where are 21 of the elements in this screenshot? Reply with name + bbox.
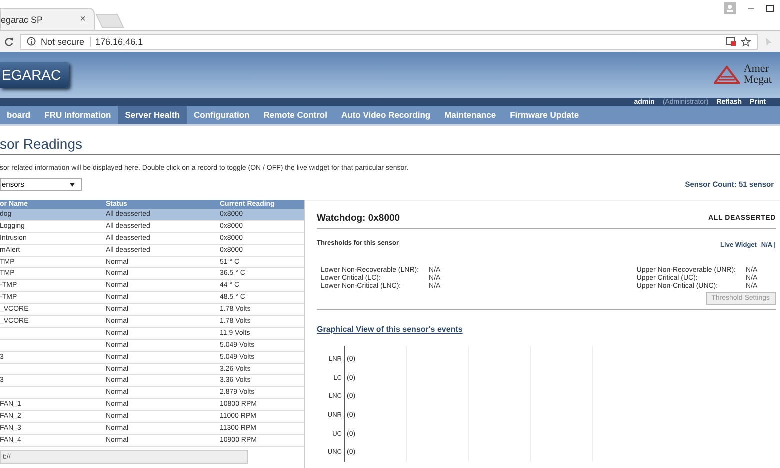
close-icon[interactable]: ×	[80, 14, 86, 25]
star-icon[interactable]	[741, 36, 751, 46]
brand-text: Megat	[744, 75, 772, 86]
url-text: 176.16.46.1	[96, 36, 144, 46]
logo: EGARAC	[0, 62, 70, 88]
brand-text: Amer	[744, 64, 770, 75]
tab-title: egarac SP	[1, 14, 44, 24]
page-title: sor Readings	[0, 136, 780, 155]
blocked-popup-icon[interactable]	[726, 37, 736, 46]
graph-link[interactable]: Graphical View of this sensor's events	[317, 325, 463, 334]
sensor-title: Watchdog: 0x8000	[317, 213, 400, 224]
info-icon	[27, 37, 36, 46]
browser-tab[interactable]: egarac SP ×	[0, 8, 95, 30]
maximize-icon[interactable]	[766, 4, 774, 12]
triangle-logo-icon	[714, 66, 740, 84]
nav-tab[interactable]: Server Health	[118, 106, 188, 124]
security-label: Not secure	[41, 36, 85, 46]
minimize-button[interactable]: –	[748, 2, 754, 14]
caret-icon	[70, 182, 75, 186]
reload-icon[interactable]	[4, 36, 14, 46]
address-bar[interactable]: Not secure 176.16.46.1	[20, 34, 758, 50]
